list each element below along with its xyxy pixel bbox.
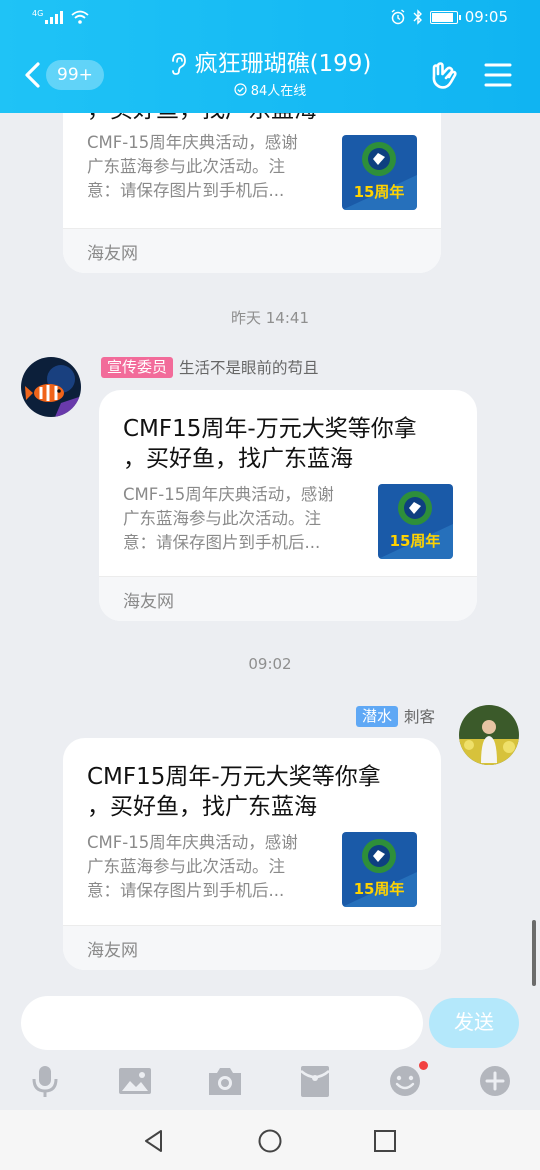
microphone-icon[interactable]: [27, 1064, 63, 1098]
emoji-icon: [390, 1066, 420, 1096]
clock: 09:05: [464, 8, 508, 26]
composer: 发送: [0, 986, 540, 1110]
avatar[interactable]: [459, 705, 519, 765]
alarm-icon: [391, 9, 405, 25]
scrollbar[interactable]: [532, 920, 536, 986]
camera-icon[interactable]: [207, 1064, 243, 1098]
link-card-description: CMF-15周年庆典活动，感谢 广东蓝海参与此次活动。注 意：请保存图片到手机后…: [87, 133, 298, 200]
image-icon[interactable]: [117, 1064, 153, 1098]
online-check-icon: [234, 83, 247, 96]
battery-icon: [429, 10, 461, 24]
red-packet-icon[interactable]: [297, 1064, 333, 1098]
menu-icon[interactable]: [484, 62, 512, 88]
link-card[interactable]: ，买好鱼，找广东蓝海 CMF-15周年庆典活动，感谢 广东蓝海参与此次活动。注 …: [63, 113, 441, 273]
nav-recents-icon[interactable]: [372, 1128, 398, 1154]
sender-name[interactable]: 生活不是眼前的苟且: [179, 356, 319, 378]
link-card-source: 海友网: [87, 244, 138, 264]
signal-icon: [45, 10, 64, 24]
link-card[interactable]: CMF15周年-万元大奖等你拿 ，买好鱼，找广东蓝海 CMF-15周年庆典活动，…: [63, 738, 441, 970]
link-card-title: ，买好鱼，找广东蓝海: [87, 113, 317, 125]
link-card-thumbnail: 15周年: [378, 484, 453, 559]
link-card-source: 海友网: [123, 592, 174, 612]
svg-text:15周年: 15周年: [390, 532, 441, 550]
link-card-footer: 海友网: [99, 576, 477, 621]
link-card-title: CMF15周年-万元大奖等你拿 ，买好鱼，找广东蓝海: [87, 764, 381, 820]
sender-name[interactable]: 刺客: [404, 705, 435, 727]
message-timestamp: 昨天 14:41: [231, 309, 309, 327]
message-input[interactable]: [21, 996, 423, 1050]
wifi-icon: [71, 10, 89, 24]
network-type: 4G: [32, 9, 44, 18]
unread-count-badge[interactable]: 99+: [46, 60, 104, 90]
plus-icon[interactable]: [477, 1064, 513, 1098]
status-bar: 4G 09:05: [0, 0, 540, 36]
hand-gesture-icon[interactable]: [428, 60, 460, 92]
sender-info: 潜水 刺客: [355, 705, 435, 727]
link-card-thumbnail: 15周年: [342, 832, 417, 907]
online-count: 84人在线: [250, 84, 307, 99]
link-card-title: CMF15周年-万元大奖等你拿 ，买好鱼，找广东蓝海: [123, 416, 417, 472]
link-card-source: 海友网: [87, 941, 138, 961]
svg-text:15周年: 15周年: [354, 880, 405, 898]
link-card-description: CMF-15周年庆典活动，感谢 广东蓝海参与此次活动。注 意：请保存图片到手机后…: [87, 833, 298, 900]
chat-title-area[interactable]: 疯狂珊瑚礁(199) 84人在线: [120, 48, 420, 99]
back-icon[interactable]: [22, 60, 44, 90]
nav-back-icon[interactable]: [141, 1128, 167, 1154]
link-card-footer: 海友网: [63, 228, 441, 273]
link-card-footer: 海友网: [63, 925, 441, 970]
link-card[interactable]: CMF15周年-万元大奖等你拿 ，买好鱼，找广东蓝海 CMF-15周年庆典活动，…: [99, 390, 477, 621]
system-nav-bar: [0, 1110, 540, 1170]
avatar[interactable]: [21, 357, 81, 417]
notification-dot: [419, 1061, 428, 1070]
member-title-badge: 潜水: [355, 705, 398, 727]
nav-home-icon[interactable]: [257, 1128, 283, 1154]
member-title-badge: 宣传委员: [101, 356, 174, 378]
message-list[interactable]: ，买好鱼，找广东蓝海 CMF-15周年庆典活动，感谢 广东蓝海参与此次活动。注 …: [0, 113, 540, 986]
sender-info: 宣传委员 生活不是眼前的苟且: [101, 356, 319, 378]
link-card-thumbnail: 15周年: [342, 135, 417, 210]
svg-text:15周年: 15周年: [354, 183, 405, 201]
chat-header: 4G 09:05 99+ 疯狂珊瑚礁(199) 84人在线: [0, 0, 540, 113]
ear-icon: [171, 53, 186, 75]
link-card-description: CMF-15周年庆典活动，感谢 广东蓝海参与此次活动。注 意：请保存图片到手机后…: [123, 485, 334, 552]
chat-title: 疯狂珊瑚礁(199): [194, 51, 372, 77]
message-timestamp: 09:02: [248, 655, 292, 673]
bluetooth-icon: [413, 9, 422, 25]
send-button[interactable]: 发送: [429, 998, 519, 1048]
emoji-button[interactable]: [387, 1061, 428, 1098]
